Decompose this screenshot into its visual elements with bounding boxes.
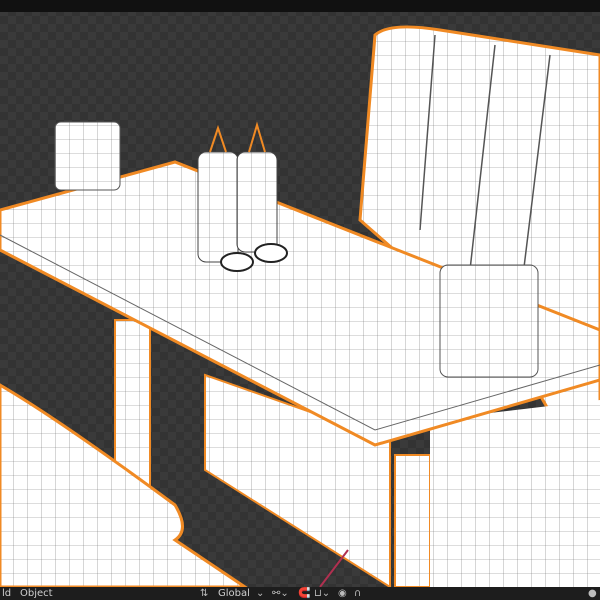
overlay-icon[interactable]: ● bbox=[588, 587, 597, 600]
orientation-dropdown[interactable]: Global bbox=[218, 587, 250, 600]
transform-orientation-icon[interactable]: ⇅ bbox=[200, 587, 208, 600]
falloff-icon[interactable]: ∩ bbox=[354, 587, 361, 600]
menu-object[interactable]: Object bbox=[20, 587, 53, 600]
viewport-3d[interactable] bbox=[0, 0, 600, 587]
proportional-edit-icon[interactable]: ◉ bbox=[338, 587, 347, 600]
pivot-icon[interactable]: ⚯⌄ bbox=[272, 587, 289, 600]
viewport-header: ld Object ⇅ Global ⌄ ⚯⌄ 🧲 ⊔⌄ ◉ ∩ ● bbox=[0, 587, 600, 600]
snap-target-icon[interactable]: ⊔⌄ bbox=[314, 587, 330, 600]
chevron-down-icon[interactable]: ⌄ bbox=[256, 587, 264, 600]
menu-view[interactable]: ld bbox=[2, 587, 11, 600]
snap-icon[interactable]: 🧲 bbox=[298, 587, 310, 600]
